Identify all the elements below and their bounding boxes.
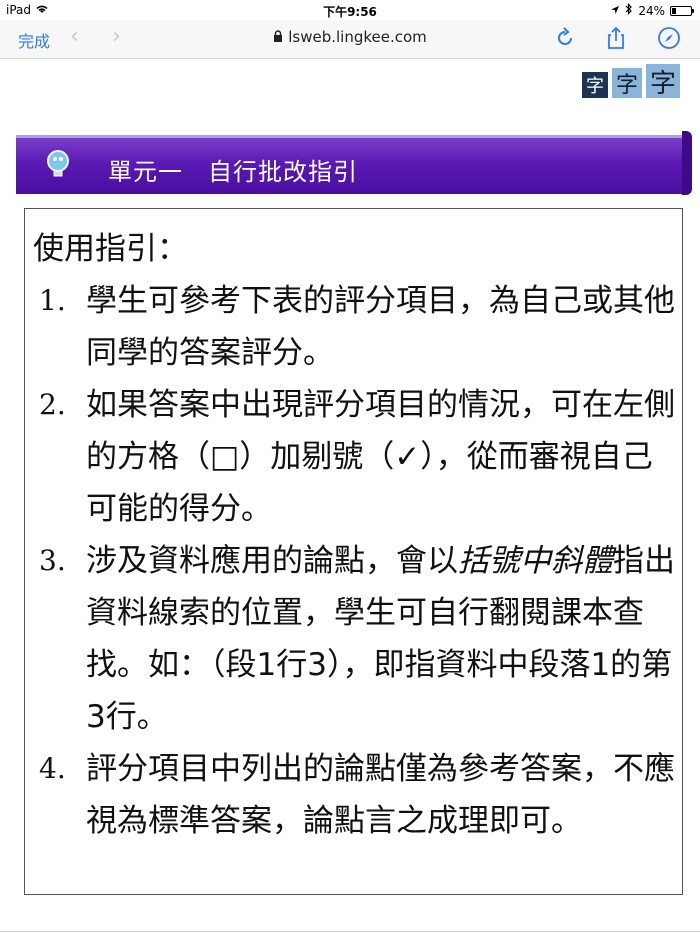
list-item: 4. 評分項目中列出的論點僅為參考答案，不應視為標準答案，論點言之成理即可。 [39,743,679,847]
guide-list: 1. 學生可參考下表的評分項目，為自己或其他同學的答案評分。 2. 如果答案中出… [39,275,679,847]
bottom-divider [0,931,700,932]
list-item: 2. 如果答案中出現評分項目的情況，可在左側的方格（□）加剔號（✓），從而審視自… [39,379,679,535]
bluetooth-icon [625,3,633,18]
compass-icon[interactable] [656,25,682,51]
guide-heading: 使用指引： [33,231,188,267]
battery-fill [672,7,676,14]
text-size-medium-button[interactable]: 字 [612,68,642,98]
item-text-italic: 括號中斜體 [458,543,613,579]
item-text: 學生可參考下表的評分項目，為自己或其他同學的答案評分。 [86,283,675,371]
item-number: 2. [39,388,66,421]
share-icon[interactable] [603,25,629,51]
item-number: 4. [39,752,66,785]
text-size-controls: 字 字 字 [582,64,680,99]
status-time: 下午9:56 [323,5,377,19]
list-item: 1. 學生可參考下表的評分項目，為自己或其他同學的答案評分。 [39,275,679,379]
item-number: 3. [39,544,66,577]
guide-box: 使用指引： 1. 學生可參考下表的評分項目，為自己或其他同學的答案評分。 2. … [24,208,683,895]
lightbulb-icon [42,147,74,179]
item-text: 評分項目中列出的論點僅為參考答案，不應視為標準答案，論點言之成理即可。 [86,751,675,839]
url-text: lsweb.lingkee.com [288,28,427,46]
lock-icon [273,30,283,45]
battery-percent: 24% [638,3,665,18]
battery-icon [670,5,694,16]
location-icon [610,4,620,18]
item-number: 1. [39,284,66,317]
unit-banner: 單元一 自行批改指引 [16,131,692,195]
text-size-large-button[interactable]: 字 [646,64,680,99]
banner-curl [682,131,692,195]
reload-icon[interactable] [552,25,578,51]
text-size-small-button[interactable]: 字 [582,72,608,98]
browser-toolbar: 完成 ‹ › lsweb.lingkee.com [0,20,700,59]
address-bar[interactable]: lsweb.lingkee.com [0,28,700,46]
list-item: 3. 涉及資料應用的論點，會以括號中斜體指出資料線索的位置，學生可自行翻閱課本查… [39,535,679,743]
item-text-before: 涉及資料應用的論點，會以 [86,543,458,579]
status-bar: iPad 下午9:56 24% [0,0,700,20]
item-text: 如果答案中出現評分項目的情況，可在左側的方格（□）加剔號（✓），從而審視自己可能… [86,387,675,527]
page-title: 單元一 自行批改指引 [108,158,358,186]
